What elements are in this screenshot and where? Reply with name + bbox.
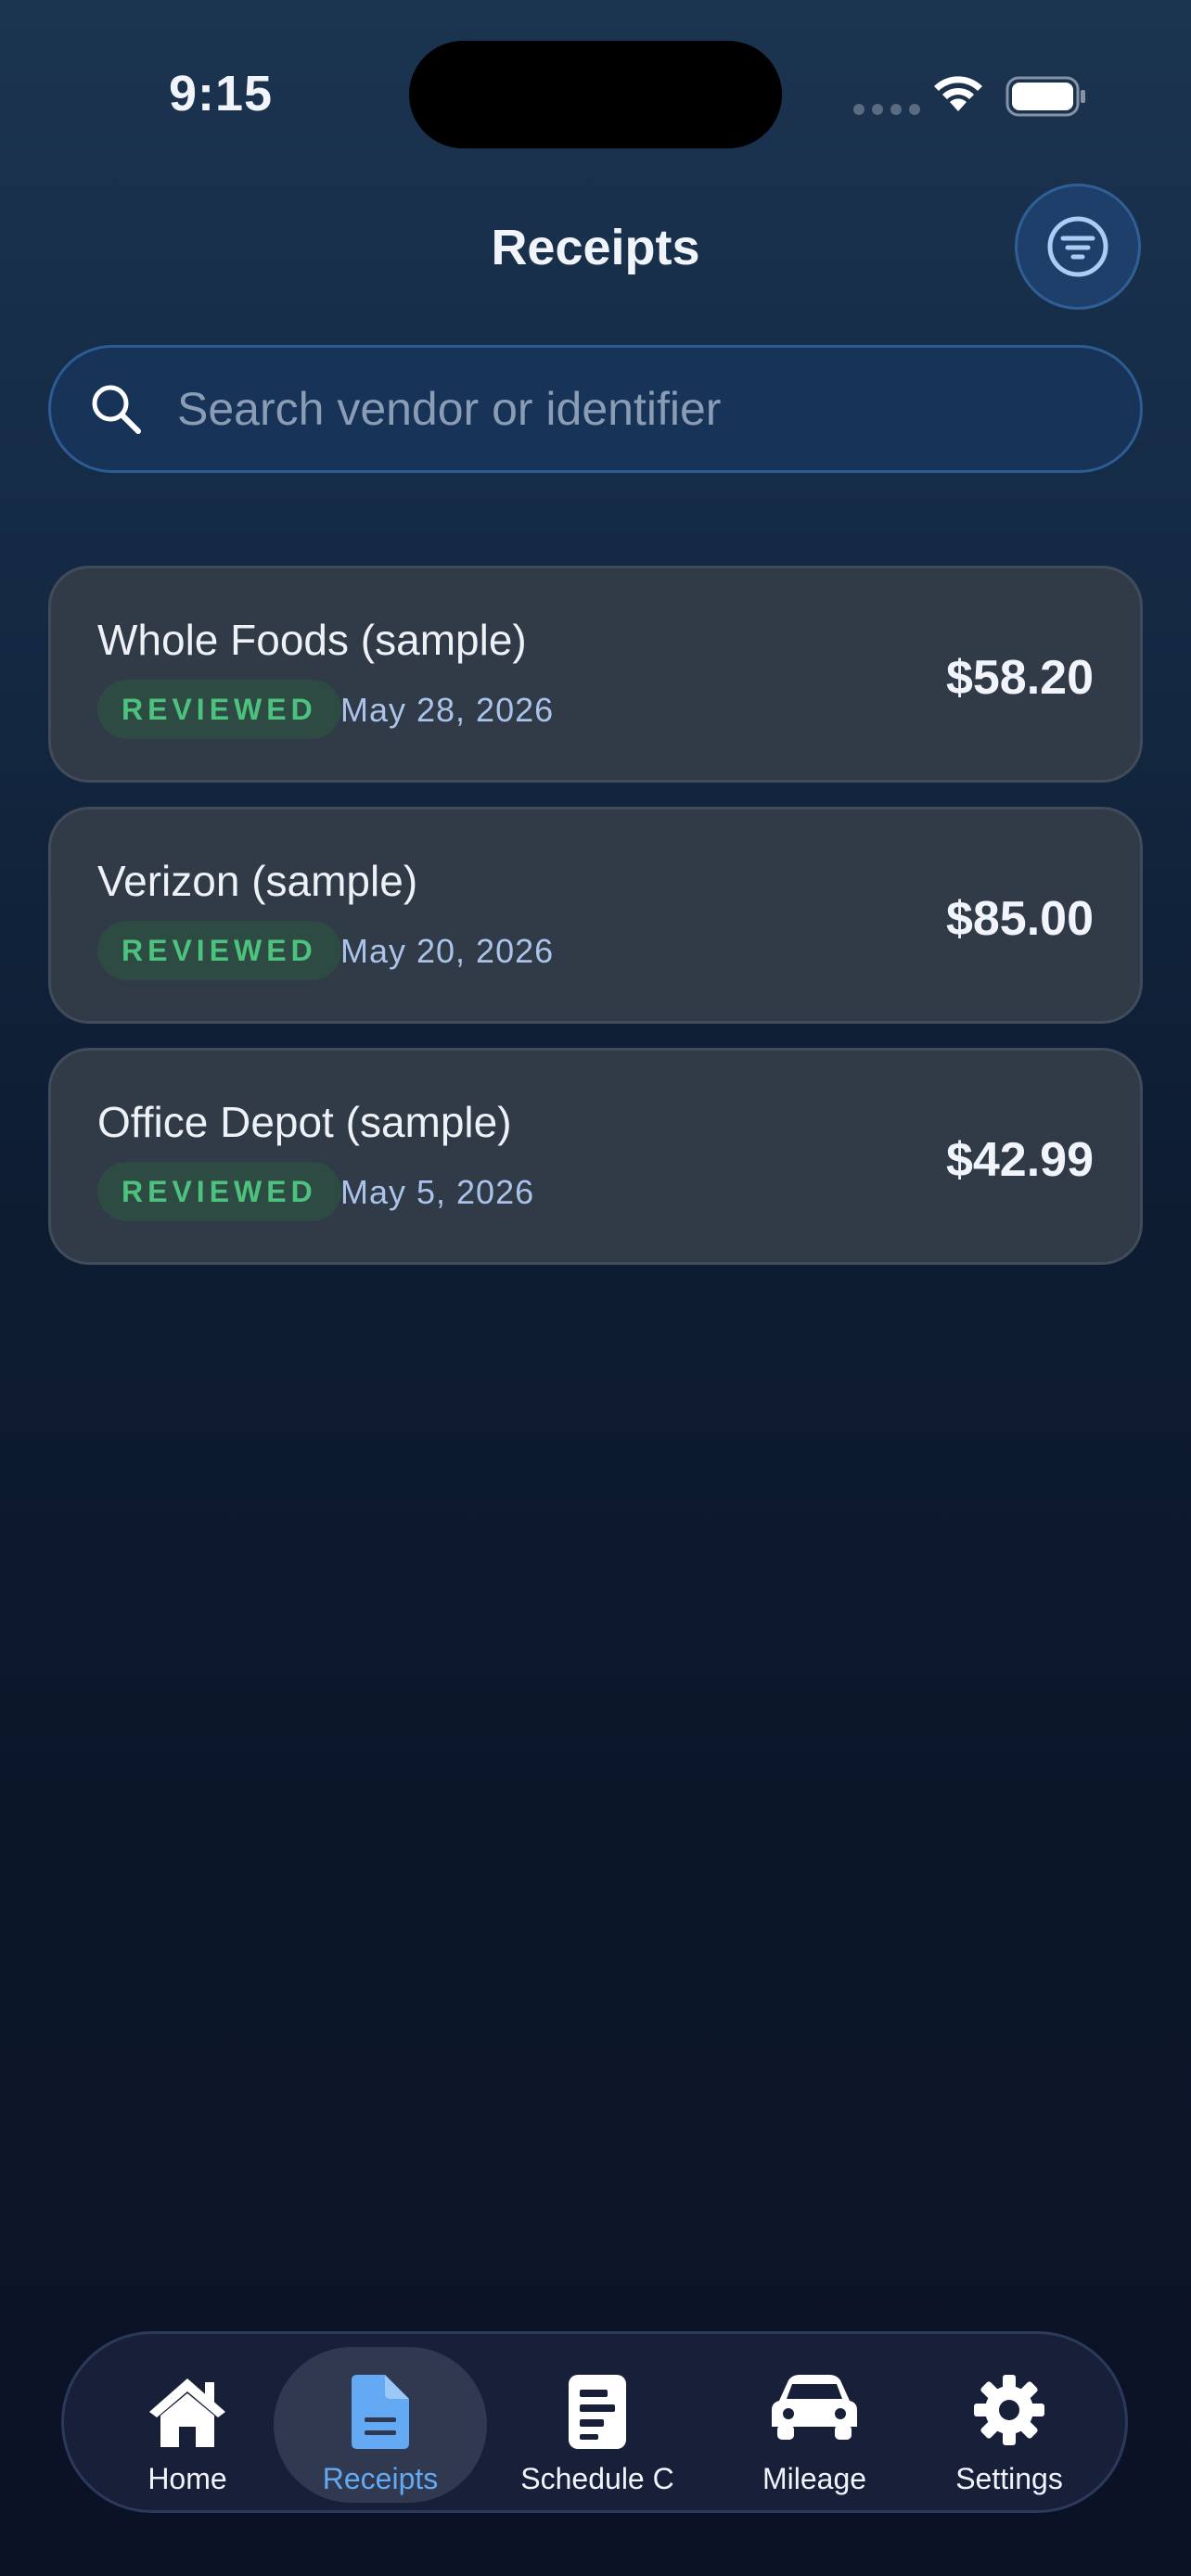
wifi-icon xyxy=(934,76,982,111)
receipt-date: May 5, 2026 xyxy=(340,1173,535,1211)
tab-receipts[interactable]: Receipts xyxy=(274,2347,487,2503)
home-icon xyxy=(149,2378,225,2447)
filter-button[interactable] xyxy=(1015,184,1141,310)
receipt-date: May 20, 2026 xyxy=(340,932,555,970)
cellular-signal-icon xyxy=(853,104,920,115)
receipt-amount: $85.00 xyxy=(945,892,1094,946)
receipt-vendor: Office Depot (sample) xyxy=(97,1098,512,1146)
tab-mileage[interactable]: Mileage xyxy=(708,2347,921,2503)
receipt-vendor: Verizon (sample) xyxy=(97,857,418,905)
receipt-amount: $42.99 xyxy=(945,1133,1094,1187)
search-input[interactable] xyxy=(175,381,1107,437)
receipt-vendor: Whole Foods (sample) xyxy=(97,616,527,664)
tab-bar: Home Receipts Schedule C Mileage Setting… xyxy=(61,2331,1128,2513)
form-icon xyxy=(569,2375,626,2449)
receipt-card[interactable]: Office Depot (sample) REVIEWED May 5, 20… xyxy=(48,1048,1143,1265)
tab-label: Receipts xyxy=(322,2462,439,2495)
receipt-list: Whole Foods (sample) REVIEWED May 28, 20… xyxy=(48,566,1143,1289)
car-icon xyxy=(772,2375,857,2440)
receipt-date: May 28, 2026 xyxy=(340,691,555,729)
gear-icon xyxy=(974,2375,1044,2445)
tab-schedule-c[interactable]: Schedule C xyxy=(491,2347,704,2503)
page-title: Receipts xyxy=(491,220,700,275)
document-icon xyxy=(352,2375,409,2449)
tab-label: Home xyxy=(147,2462,227,2495)
status-badge: REVIEWED xyxy=(97,680,341,739)
filter-icon xyxy=(1047,216,1108,277)
tab-home[interactable]: Home xyxy=(81,2347,294,2503)
status-time: 9:15 xyxy=(169,66,274,121)
tab-label: Settings xyxy=(955,2462,1063,2495)
status-badge: REVIEWED xyxy=(97,921,341,980)
receipt-amount: $58.20 xyxy=(945,651,1094,705)
tab-label: Schedule C xyxy=(520,2462,674,2495)
tab-label: Mileage xyxy=(762,2462,867,2495)
search-bar[interactable] xyxy=(48,345,1143,473)
receipt-card[interactable]: Verizon (sample) REVIEWED May 20, 2026 $… xyxy=(48,807,1143,1024)
dynamic-island xyxy=(409,41,782,148)
receipt-card[interactable]: Whole Foods (sample) REVIEWED May 28, 20… xyxy=(48,566,1143,783)
search-icon xyxy=(92,385,141,434)
tab-settings[interactable]: Settings xyxy=(903,2347,1116,2503)
status-bar: 9:15 xyxy=(0,0,1191,185)
status-badge: REVIEWED xyxy=(97,1162,341,1221)
battery-icon xyxy=(1005,76,1085,117)
